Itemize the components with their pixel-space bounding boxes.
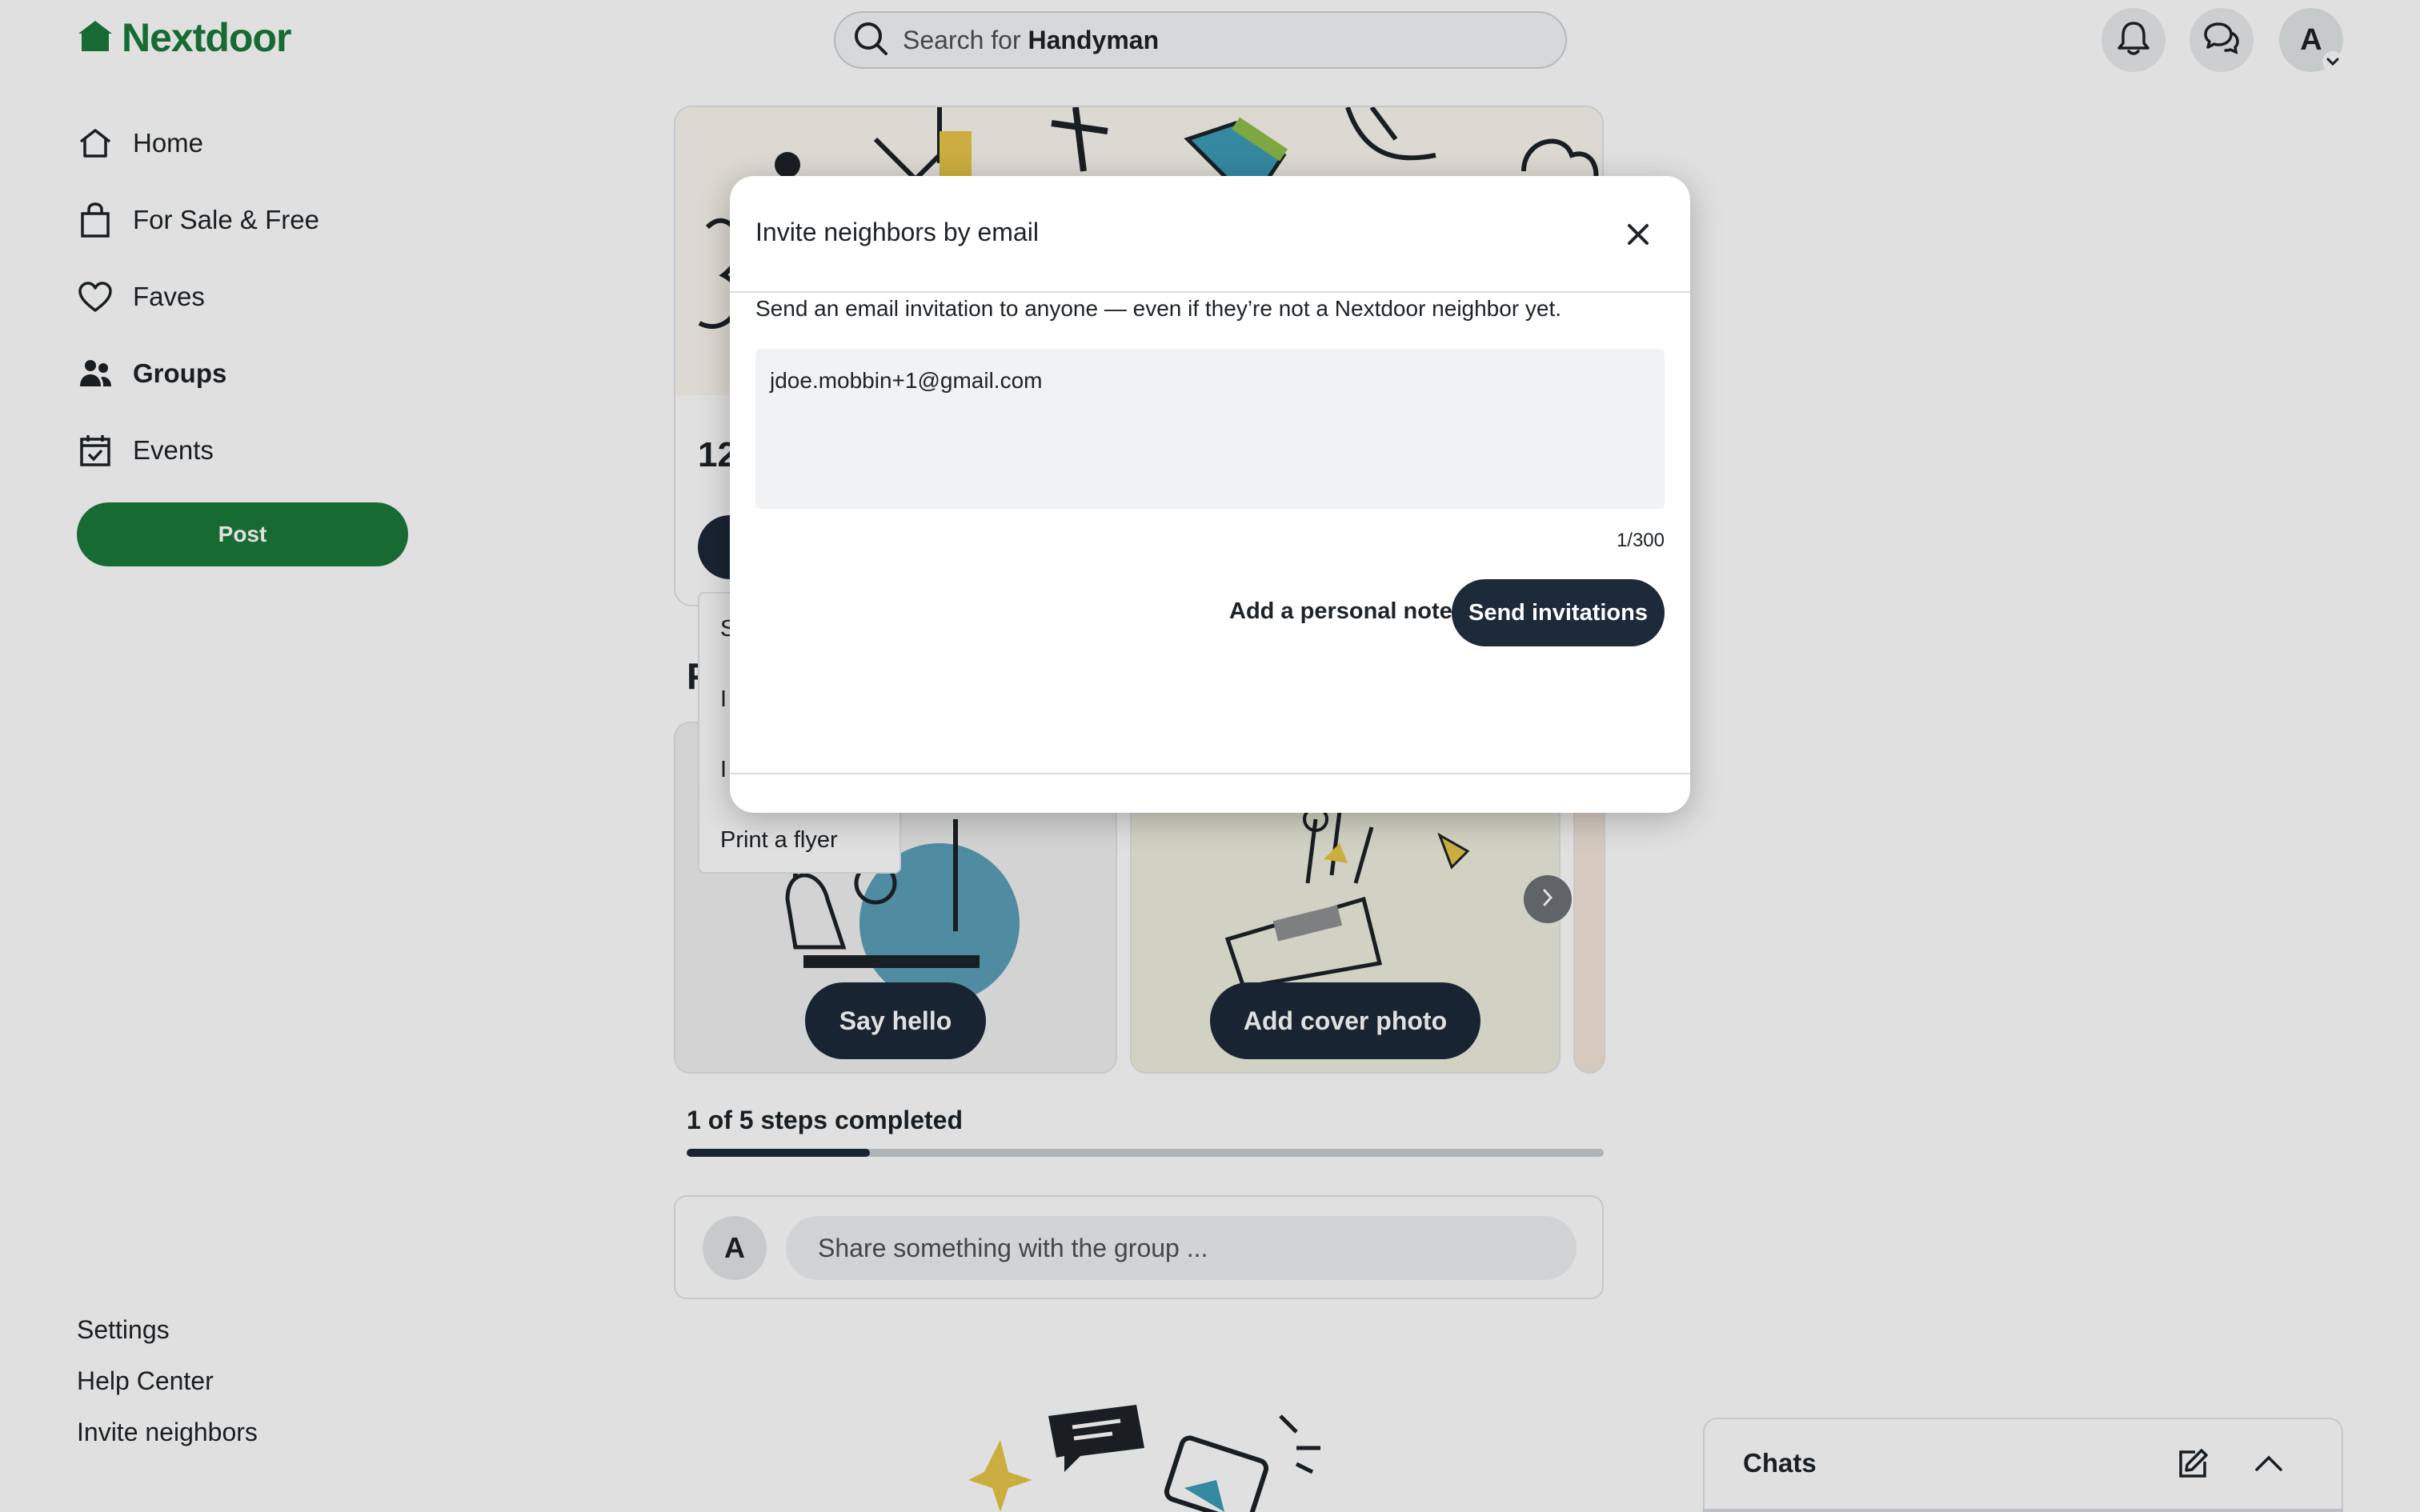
close-icon[interactable] xyxy=(1618,214,1658,254)
modal-description: Send an email invitation to anyone — eve… xyxy=(755,296,1562,321)
modal-title: Invite neighbors by email xyxy=(755,218,1039,246)
modal-footer-divider xyxy=(730,773,1690,774)
add-personal-note-button[interactable]: Add a personal note xyxy=(1229,598,1452,625)
character-counter: 1/300 xyxy=(1616,530,1665,551)
send-invitations-button[interactable]: Send invitations xyxy=(1452,579,1665,646)
email-field[interactable]: jdoe.mobbin+1@gmail.com xyxy=(755,349,1665,509)
modal-divider xyxy=(730,291,1690,293)
invite-email-modal: Invite neighbors by email Send an email … xyxy=(730,176,1690,813)
